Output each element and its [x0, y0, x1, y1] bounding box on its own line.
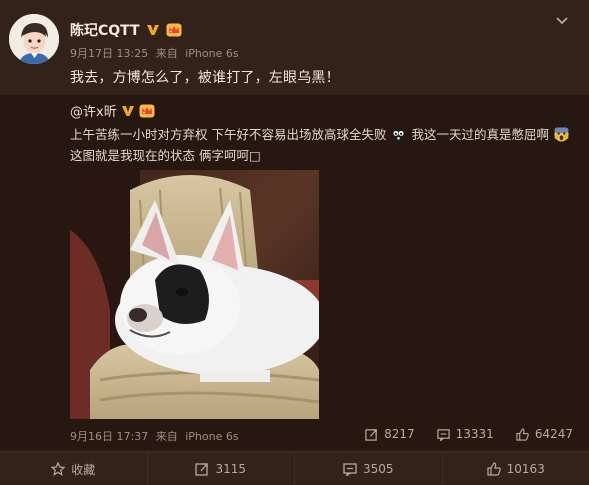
- repost-block: @许x昕 上午苦练一小时对方弃权 下午好不容易出场放高球全失败 我这一天过的真是…: [0, 95, 589, 450]
- repost-text-part2: 我这一天过的真是憋屈啊: [411, 127, 549, 142]
- like-button[interactable]: 10163: [442, 453, 589, 485]
- like-icon: [487, 462, 501, 476]
- crown-icon[interactable]: [166, 23, 182, 37]
- repost-count: 3115: [215, 462, 246, 476]
- repost-meta: 9月16日 17:37 来自 iPhone 6s: [70, 428, 243, 444]
- favorite-button[interactable]: 收藏: [0, 453, 147, 485]
- avatar[interactable]: [9, 14, 59, 64]
- verified-icon: [121, 104, 135, 118]
- post-date[interactable]: 9月17日 13:25: [70, 47, 148, 60]
- emoji-shocked-icon: [391, 127, 406, 142]
- post-footer: 收藏 3115 3505 10163: [0, 452, 589, 485]
- post-device[interactable]: iPhone 6s: [185, 47, 238, 60]
- author-name[interactable]: 陈玘CQTT: [70, 20, 182, 40]
- post-via: 来自: [156, 47, 178, 60]
- repost-button[interactable]: 3115: [147, 453, 295, 485]
- repost-like-count-value: 64247: [535, 427, 573, 441]
- repost-comment-count[interactable]: 13331: [437, 427, 494, 441]
- chevron-down-icon[interactable]: [555, 16, 569, 26]
- repost-icon: [365, 428, 378, 441]
- repost-text-part1: 上午苦练一小时对方弃权 下午好不容易出场放高球全失败: [70, 127, 386, 142]
- repost-text-part3: 这图就是我现在的状态 俩字呵呵□: [70, 148, 261, 163]
- weibo-post-card: 陈玘CQTT 9月17日 13:25 来自 iPhone 6s 我去，方博怎么了…: [0, 0, 589, 484]
- comment-icon: [437, 428, 450, 441]
- comment-button[interactable]: 3505: [294, 453, 442, 485]
- post-photo[interactable]: [70, 170, 319, 419]
- repost-repost-count-value: 8217: [384, 427, 415, 441]
- like-icon: [516, 428, 529, 441]
- repost-comment-count-value: 13331: [456, 427, 494, 441]
- repost-via: 来自: [156, 430, 178, 443]
- comment-icon: [343, 462, 357, 476]
- repost-date[interactable]: 9月16日 17:37: [70, 430, 148, 443]
- repost-device[interactable]: iPhone 6s: [185, 430, 238, 443]
- author-name-text[interactable]: 陈玘CQTT: [70, 20, 140, 40]
- star-icon: [51, 462, 65, 476]
- emoji-scream-icon: [554, 127, 569, 142]
- repost-icon: [195, 462, 209, 476]
- repost-stats: 8217 13331 64247: [365, 427, 573, 441]
- comment-count: 3505: [363, 462, 394, 476]
- favorite-label: 收藏: [71, 461, 95, 478]
- verified-icon: [146, 23, 160, 37]
- like-count: 10163: [507, 462, 545, 476]
- repost-author[interactable]: @许x昕: [70, 101, 155, 120]
- repost-repost-count[interactable]: 8217: [365, 427, 415, 441]
- post-meta: 9月17日 13:25 来自 iPhone 6s: [70, 45, 243, 61]
- repost-author-name[interactable]: @许x昕: [70, 101, 117, 120]
- repost-text: 上午苦练一小时对方弃权 下午好不容易出场放高球全失败 我这一天过的真是憋屈啊 这…: [70, 124, 570, 166]
- repost-like-count[interactable]: 64247: [516, 427, 573, 441]
- post-text: 我去，方博怎么了，被谁打了，左眼乌黑！: [70, 67, 340, 87]
- crown-icon[interactable]: [139, 104, 155, 118]
